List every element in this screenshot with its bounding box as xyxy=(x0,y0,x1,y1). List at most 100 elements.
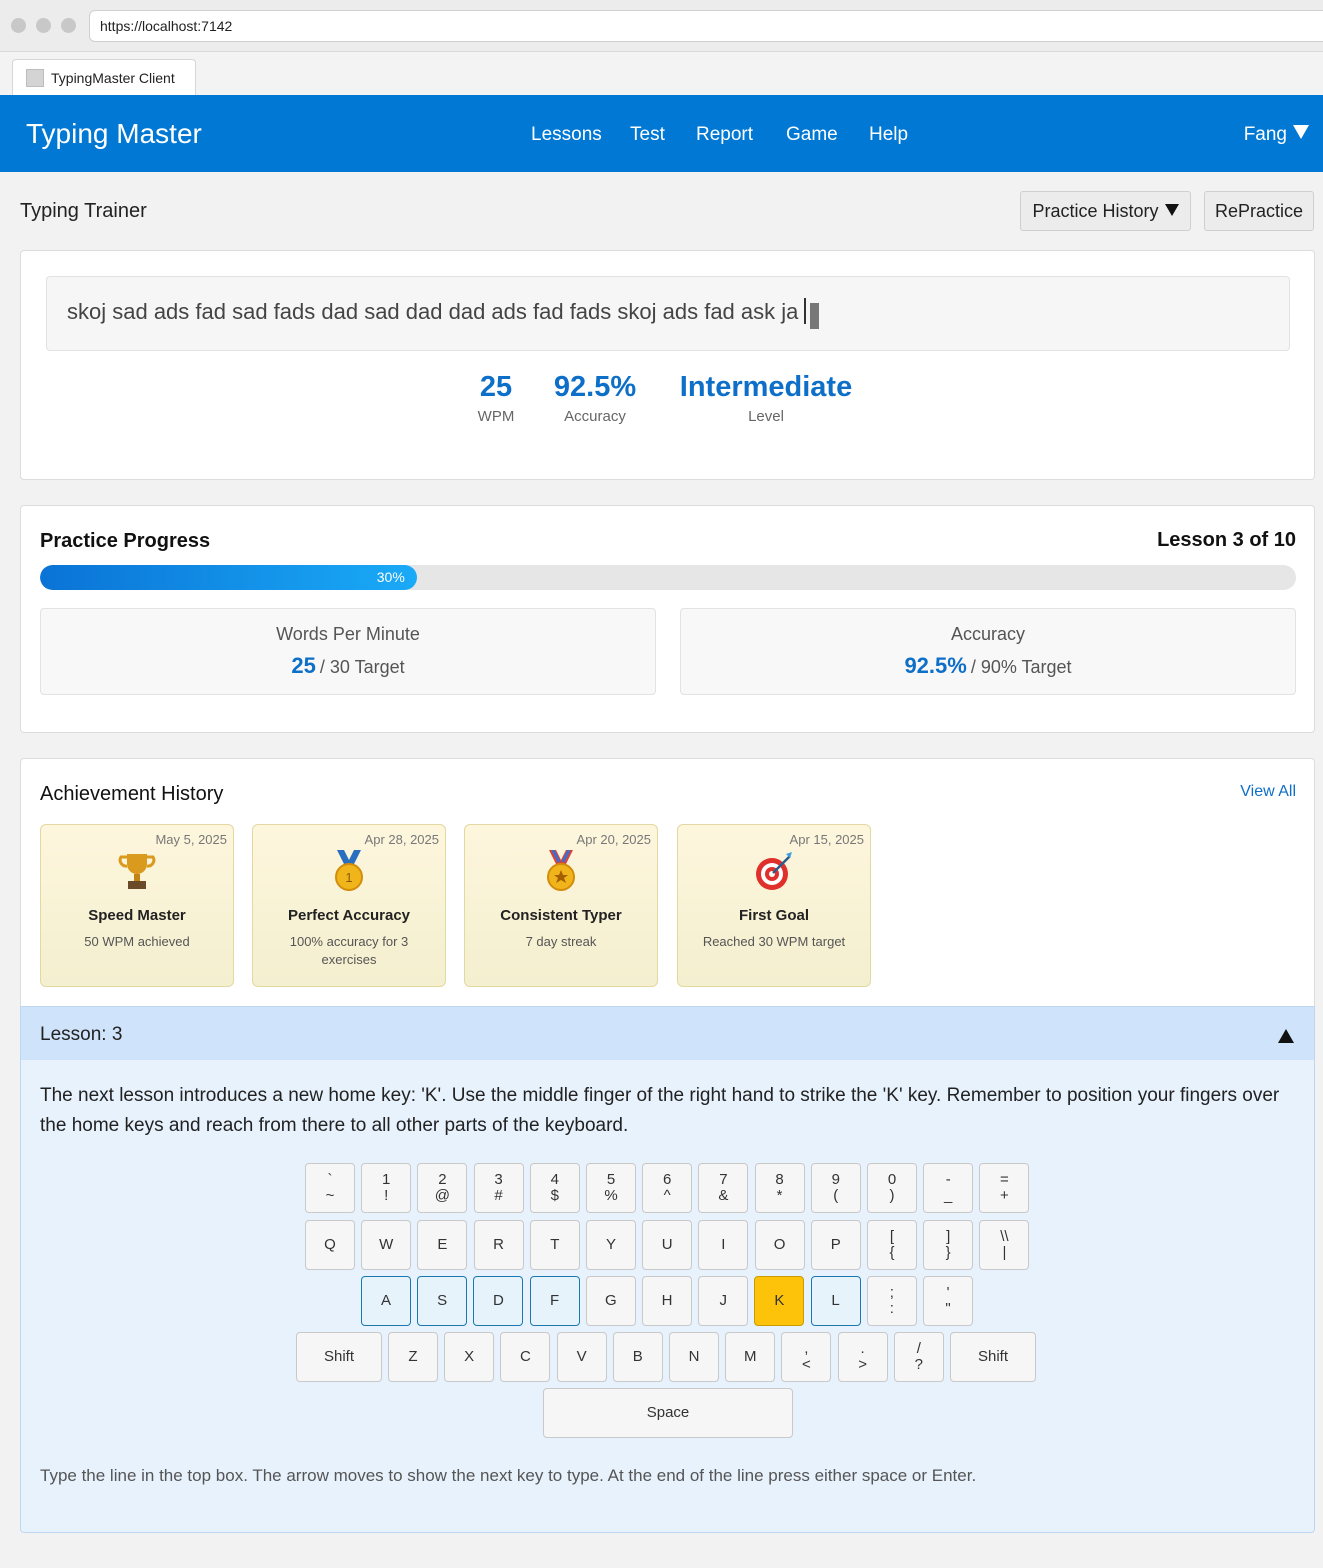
address-bar[interactable]: https://localhost:7142 xyxy=(89,10,1323,42)
caret-down-icon xyxy=(1164,204,1179,216)
metric-target: / 90% Target xyxy=(970,657,1072,677)
key-f[interactable]: F xyxy=(529,1276,580,1326)
key-c[interactable]: C xyxy=(500,1332,551,1382)
key-v[interactable]: V xyxy=(556,1332,607,1382)
key-w[interactable]: W xyxy=(361,1220,412,1270)
key-b[interactable]: B xyxy=(612,1332,663,1382)
window-close-dot[interactable] xyxy=(11,18,26,33)
achievement-item[interactable]: Apr 20, 2025 Consistent Typer 7 day stre… xyxy=(464,824,658,987)
level-stat: Intermediate Level xyxy=(671,371,861,425)
key-4[interactable]: 4 $ xyxy=(529,1163,580,1213)
key-char: 1 xyxy=(382,1171,391,1188)
lesson-panel: Lesson: 3 The next lesson introduces a n… xyxy=(20,1006,1315,1533)
key-shift[interactable]: Shift xyxy=(296,1332,382,1382)
key-i[interactable]: I xyxy=(698,1220,749,1270)
lesson-counter: Lesson 3 of 10 xyxy=(1157,529,1296,551)
repractice-button[interactable]: RePractice xyxy=(1204,191,1314,231)
nav-help[interactable]: Help xyxy=(869,124,908,146)
key-1[interactable]: 1! xyxy=(361,1163,412,1213)
key-k[interactable]: K xyxy=(754,1276,805,1326)
top-navbar: Typing Master Lessons Test Report Game H… xyxy=(0,95,1323,172)
key-t[interactable]: T xyxy=(529,1220,580,1270)
key-g[interactable]: G xyxy=(585,1276,636,1326)
typing-input-box[interactable]: skoj sad ads fad sad fads dad sad dad da… xyxy=(46,276,1290,351)
metric-title: Words Per Minute xyxy=(276,624,420,644)
lesson-panel-header[interactable]: Lesson: 3 xyxy=(21,1007,1314,1060)
user-name: Fang xyxy=(1243,124,1287,145)
key-d[interactable]: D xyxy=(473,1276,524,1326)
key-symbol[interactable]: ' " xyxy=(923,1276,973,1326)
key-o[interactable]: O xyxy=(754,1220,805,1270)
key-7[interactable]: 7 & xyxy=(698,1163,749,1213)
key-symbol[interactable]: , < xyxy=(781,1332,832,1382)
key-shift[interactable]: Shift xyxy=(950,1332,1036,1382)
browser-tab[interactable]: TypingMaster Client xyxy=(12,59,196,95)
practice-history-button[interactable]: Practice History xyxy=(1020,191,1191,231)
key-u[interactable]: U xyxy=(642,1220,693,1270)
caret-down-icon xyxy=(1293,125,1309,139)
key-s[interactable]: S xyxy=(417,1276,468,1326)
key-3[interactable]: 3 # xyxy=(473,1163,524,1213)
key-char: P xyxy=(830,1236,841,1253)
achievement-item[interactable]: Apr 15, 2025 First Goal Reached 30 WPM t… xyxy=(677,824,871,987)
key-l[interactable]: L xyxy=(810,1276,861,1326)
key-symbol[interactable]: ;: xyxy=(866,1276,917,1326)
view-all-link[interactable]: View All xyxy=(1240,783,1296,801)
user-menu[interactable]: Fang xyxy=(1244,124,1309,146)
key-symbol[interactable]: /? xyxy=(893,1332,944,1382)
key-char: 2 xyxy=(438,1171,447,1188)
key-symbol[interactable]: . > xyxy=(837,1332,888,1382)
achievement-item[interactable]: Apr 28, 2025 1 Perfect Accuracy 100% acc… xyxy=(252,824,446,987)
nav-report[interactable]: Report xyxy=(696,124,753,146)
key-char: { xyxy=(889,1244,895,1261)
stat-value: 92.5% xyxy=(553,371,637,403)
key-symbol[interactable]: [{ xyxy=(867,1220,917,1270)
key-char: \\ xyxy=(1000,1228,1009,1245)
key-q[interactable]: Q xyxy=(305,1220,355,1270)
key-symbol[interactable]: ]} xyxy=(923,1220,974,1270)
key-x[interactable]: X xyxy=(444,1332,495,1382)
lesson-title: Lesson: 3 xyxy=(40,1024,123,1045)
key-p[interactable]: P xyxy=(810,1220,861,1270)
brand-logo[interactable]: Typing Master xyxy=(26,118,202,150)
key-y[interactable]: Y xyxy=(586,1220,636,1270)
key-char: Q xyxy=(324,1236,336,1253)
key-space[interactable]: Space xyxy=(543,1388,793,1438)
key-char: ' xyxy=(946,1284,950,1301)
key-n[interactable]: N xyxy=(669,1332,719,1382)
key-9[interactable]: 9( xyxy=(810,1163,861,1213)
key-8[interactable]: 8 * xyxy=(754,1163,805,1213)
achievement-name: First Goal xyxy=(738,907,809,924)
collapse-caret-icon[interactable] xyxy=(1278,1029,1294,1043)
key-5[interactable]: 5% xyxy=(586,1163,636,1213)
key-e[interactable]: E xyxy=(417,1220,468,1270)
window-maximize-dot[interactable] xyxy=(61,18,76,33)
nav-lessons[interactable]: Lessons xyxy=(531,124,602,146)
browser-toolbar: https://localhost:7142 xyxy=(0,0,1323,52)
key-char: 6 xyxy=(663,1171,672,1188)
key-char: ) xyxy=(889,1187,895,1204)
target-icon xyxy=(678,850,870,892)
key-m[interactable]: M xyxy=(725,1332,776,1382)
key-h[interactable]: H xyxy=(642,1276,692,1326)
key-symbol[interactable]: = + xyxy=(979,1163,1030,1213)
window-minimize-dot[interactable] xyxy=(36,18,51,33)
key-char: J xyxy=(719,1292,727,1309)
key-z[interactable]: Z xyxy=(388,1332,438,1382)
key-a[interactable]: A xyxy=(361,1276,411,1326)
key-symbol[interactable]: - _ xyxy=(923,1163,974,1213)
key-symbol[interactable]: \\ | xyxy=(979,1220,1030,1270)
progress-percent: 30% xyxy=(376,569,405,585)
key-symbol[interactable]: ` ~ xyxy=(305,1163,355,1213)
key-char: Space xyxy=(646,1404,690,1421)
achievement-item[interactable]: May 5, 2025 Speed Master 50 WPM achieved xyxy=(40,824,234,987)
key-2[interactable]: 2 @ xyxy=(417,1163,468,1213)
nav-game[interactable]: Game xyxy=(786,124,838,146)
key-6[interactable]: 6 ^ xyxy=(642,1163,693,1213)
nav-test[interactable]: Test xyxy=(630,124,665,146)
key-0[interactable]: 0) xyxy=(867,1163,917,1213)
key-j[interactable]: J xyxy=(698,1276,749,1326)
key-char: W xyxy=(379,1236,394,1253)
key-r[interactable]: R xyxy=(473,1220,524,1270)
key-char: & xyxy=(718,1187,729,1204)
